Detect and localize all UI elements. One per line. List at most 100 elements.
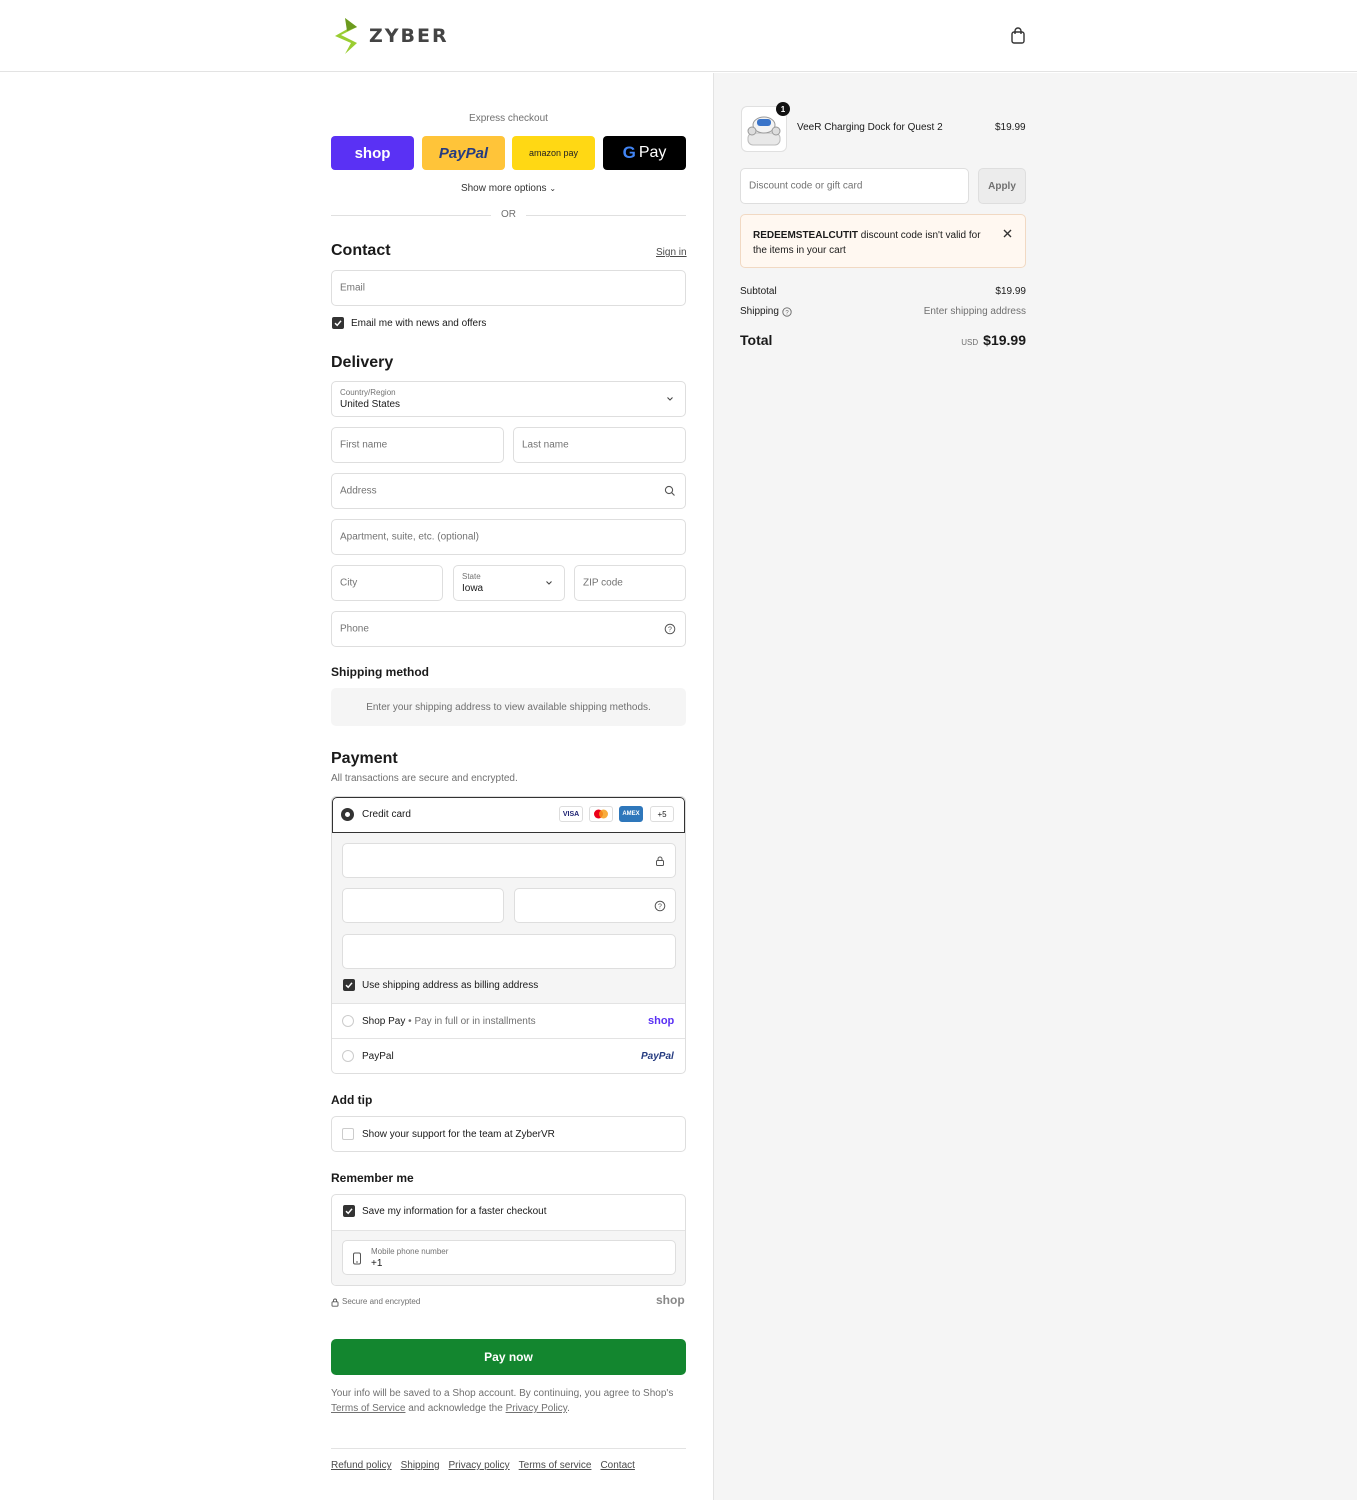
contact-link[interactable]: Contact bbox=[600, 1460, 634, 1471]
total-value: $19.99 bbox=[983, 332, 1026, 348]
brand-logo[interactable]: ZYBER bbox=[331, 17, 451, 55]
product-price: $19.99 bbox=[995, 122, 1026, 133]
shop-logo-gray: shop bbox=[656, 1293, 685, 1307]
payment-heading: Payment bbox=[331, 750, 398, 767]
shop-pay-label: Shop Pay • Pay in full or in installment… bbox=[362, 1016, 536, 1027]
brand-name: ZYBER bbox=[369, 25, 449, 47]
amazon-pay-button[interactable]: amazon pay bbox=[512, 136, 595, 170]
country-select[interactable]: Country/Region United States bbox=[331, 381, 686, 417]
shipping-notice-text: Enter your shipping address to view avai… bbox=[366, 701, 651, 713]
city-field[interactable]: City bbox=[331, 565, 443, 601]
apartment-field[interactable]: Apartment, suite, etc. (optional) bbox=[331, 519, 686, 555]
paypal-button[interactable]: PayPal bbox=[422, 136, 505, 170]
country-label: Country/Region bbox=[340, 388, 396, 397]
shop-pay-button[interactable]: shop bbox=[331, 136, 414, 170]
legal-and-text: and acknowledge the bbox=[408, 1403, 503, 1414]
shipping-policy-link[interactable]: Shipping bbox=[401, 1460, 440, 1471]
card-security-code-field[interactable]: ? bbox=[514, 888, 676, 923]
discount-input[interactable]: Discount code or gift card bbox=[740, 168, 969, 204]
address-field[interactable]: Address bbox=[331, 473, 686, 509]
amex-icon: AMEX bbox=[619, 806, 643, 822]
first-name-field[interactable]: First name bbox=[331, 427, 504, 463]
save-info-checkbox[interactable] bbox=[343, 1205, 355, 1217]
express-checkout-title: Express checkout bbox=[469, 113, 548, 124]
svg-text:?: ? bbox=[668, 627, 672, 634]
shipping-method-heading: Shipping method bbox=[331, 665, 429, 679]
address-placeholder: Address bbox=[340, 485, 377, 497]
billing-checkbox[interactable] bbox=[343, 979, 355, 991]
mobile-phone-field[interactable]: Mobile phone number +1 bbox=[342, 1240, 676, 1275]
discount-placeholder: Discount code or gift card bbox=[749, 180, 863, 192]
amex-label: AMEX bbox=[622, 811, 640, 817]
shop-terms-link[interactable]: Terms of Service bbox=[331, 1403, 405, 1414]
state-value: Iowa bbox=[462, 583, 484, 594]
remember-heading: Remember me bbox=[331, 1171, 414, 1185]
shop-pay-radio[interactable] bbox=[342, 1015, 354, 1027]
card-name-field[interactable] bbox=[342, 934, 676, 969]
more-cards-label: +5 bbox=[657, 809, 667, 819]
discount-error-msg-2: the items in your cart bbox=[753, 245, 846, 256]
shipping-label: Shipping bbox=[740, 306, 779, 317]
card-number-field[interactable] bbox=[342, 843, 676, 878]
terms-of-service-link[interactable]: Terms of service bbox=[519, 1460, 592, 1471]
shopping-bag-icon[interactable] bbox=[1009, 27, 1027, 45]
help-circle-icon[interactable]: ? bbox=[664, 623, 676, 635]
divider-right bbox=[526, 215, 686, 216]
credit-card-label: Credit card bbox=[362, 809, 411, 820]
show-more-options[interactable]: Show more options ⌄ bbox=[331, 183, 686, 194]
help-circle-icon[interactable]: ? bbox=[654, 900, 666, 912]
discount-error-banner: REDEEMSTEALCUTIT discount code isn't val… bbox=[740, 214, 1026, 268]
shop-privacy-link[interactable]: Privacy Policy bbox=[506, 1403, 568, 1414]
checkmark-icon bbox=[345, 982, 353, 989]
mastercard-circles-icon bbox=[594, 809, 608, 819]
lock-icon bbox=[656, 856, 664, 866]
delivery-heading: Delivery bbox=[331, 354, 394, 371]
close-icon[interactable] bbox=[1002, 228, 1013, 239]
credit-card-radio[interactable] bbox=[341, 808, 354, 821]
privacy-policy-link[interactable]: Privacy policy bbox=[449, 1460, 510, 1471]
legal-period: . bbox=[567, 1403, 570, 1414]
google-g-icon: G bbox=[622, 143, 636, 162]
header: ZYBER bbox=[0, 0, 1357, 72]
first-name-placeholder: First name bbox=[340, 439, 388, 451]
refund-policy-link[interactable]: Refund policy bbox=[331, 1460, 392, 1471]
pay-now-label: Pay now bbox=[484, 1350, 533, 1364]
paypal-radio[interactable] bbox=[342, 1050, 354, 1062]
tip-checkbox[interactable] bbox=[342, 1128, 354, 1140]
subtotal-label: Subtotal bbox=[740, 286, 777, 297]
phone-field[interactable]: Phone ? bbox=[331, 611, 686, 647]
secure-text: Secure and encrypted bbox=[342, 1297, 421, 1306]
paypal-option-label: PayPal bbox=[362, 1051, 394, 1062]
phone-placeholder: Phone bbox=[340, 623, 369, 635]
quantity-value: 1 bbox=[780, 104, 786, 114]
shop-pay-desc: Pay in full or in installments bbox=[414, 1016, 536, 1027]
mobile-phone-icon bbox=[353, 1252, 361, 1265]
footer-divider bbox=[331, 1448, 686, 1449]
product-name: VeeR Charging Dock for Quest 2 bbox=[797, 122, 943, 133]
news-label: Email me with news and offers bbox=[351, 318, 487, 329]
search-icon bbox=[664, 485, 675, 496]
legal-line-1: Your info will be saved to a Shop accoun… bbox=[331, 1388, 674, 1399]
card-expiry-field[interactable] bbox=[342, 888, 504, 923]
payment-subtitle: All transactions are secure and encrypte… bbox=[331, 773, 518, 784]
help-circle-icon[interactable]: ? bbox=[782, 307, 792, 317]
pay-now-button[interactable]: Pay now bbox=[331, 1339, 686, 1375]
google-pay-button[interactable]: G Pay bbox=[603, 136, 686, 170]
apply-button[interactable]: Apply bbox=[978, 168, 1026, 204]
billing-label: Use shipping address as billing address bbox=[362, 980, 539, 991]
more-cards-badge: +5 bbox=[650, 806, 674, 822]
last-name-placeholder: Last name bbox=[522, 439, 569, 451]
legal-text: Your info will be saved to a Shop accoun… bbox=[331, 1386, 686, 1416]
mobile-label: Mobile phone number bbox=[371, 1247, 449, 1256]
last-name-field[interactable]: Last name bbox=[513, 427, 686, 463]
zip-field[interactable]: ZIP code bbox=[574, 565, 686, 601]
state-select[interactable]: State Iowa bbox=[453, 565, 565, 601]
show-more-label: Show more options bbox=[460, 183, 547, 194]
svg-text:?: ? bbox=[658, 903, 662, 910]
total-amount: USD $19.99 bbox=[961, 332, 1026, 348]
sign-in-link[interactable]: Sign in bbox=[656, 247, 687, 258]
shop-pay-label: shop bbox=[354, 144, 391, 162]
email-field[interactable]: Email bbox=[331, 270, 686, 306]
tip-label: Show your support for the team at ZyberV… bbox=[362, 1129, 555, 1140]
news-checkbox[interactable] bbox=[332, 317, 344, 329]
